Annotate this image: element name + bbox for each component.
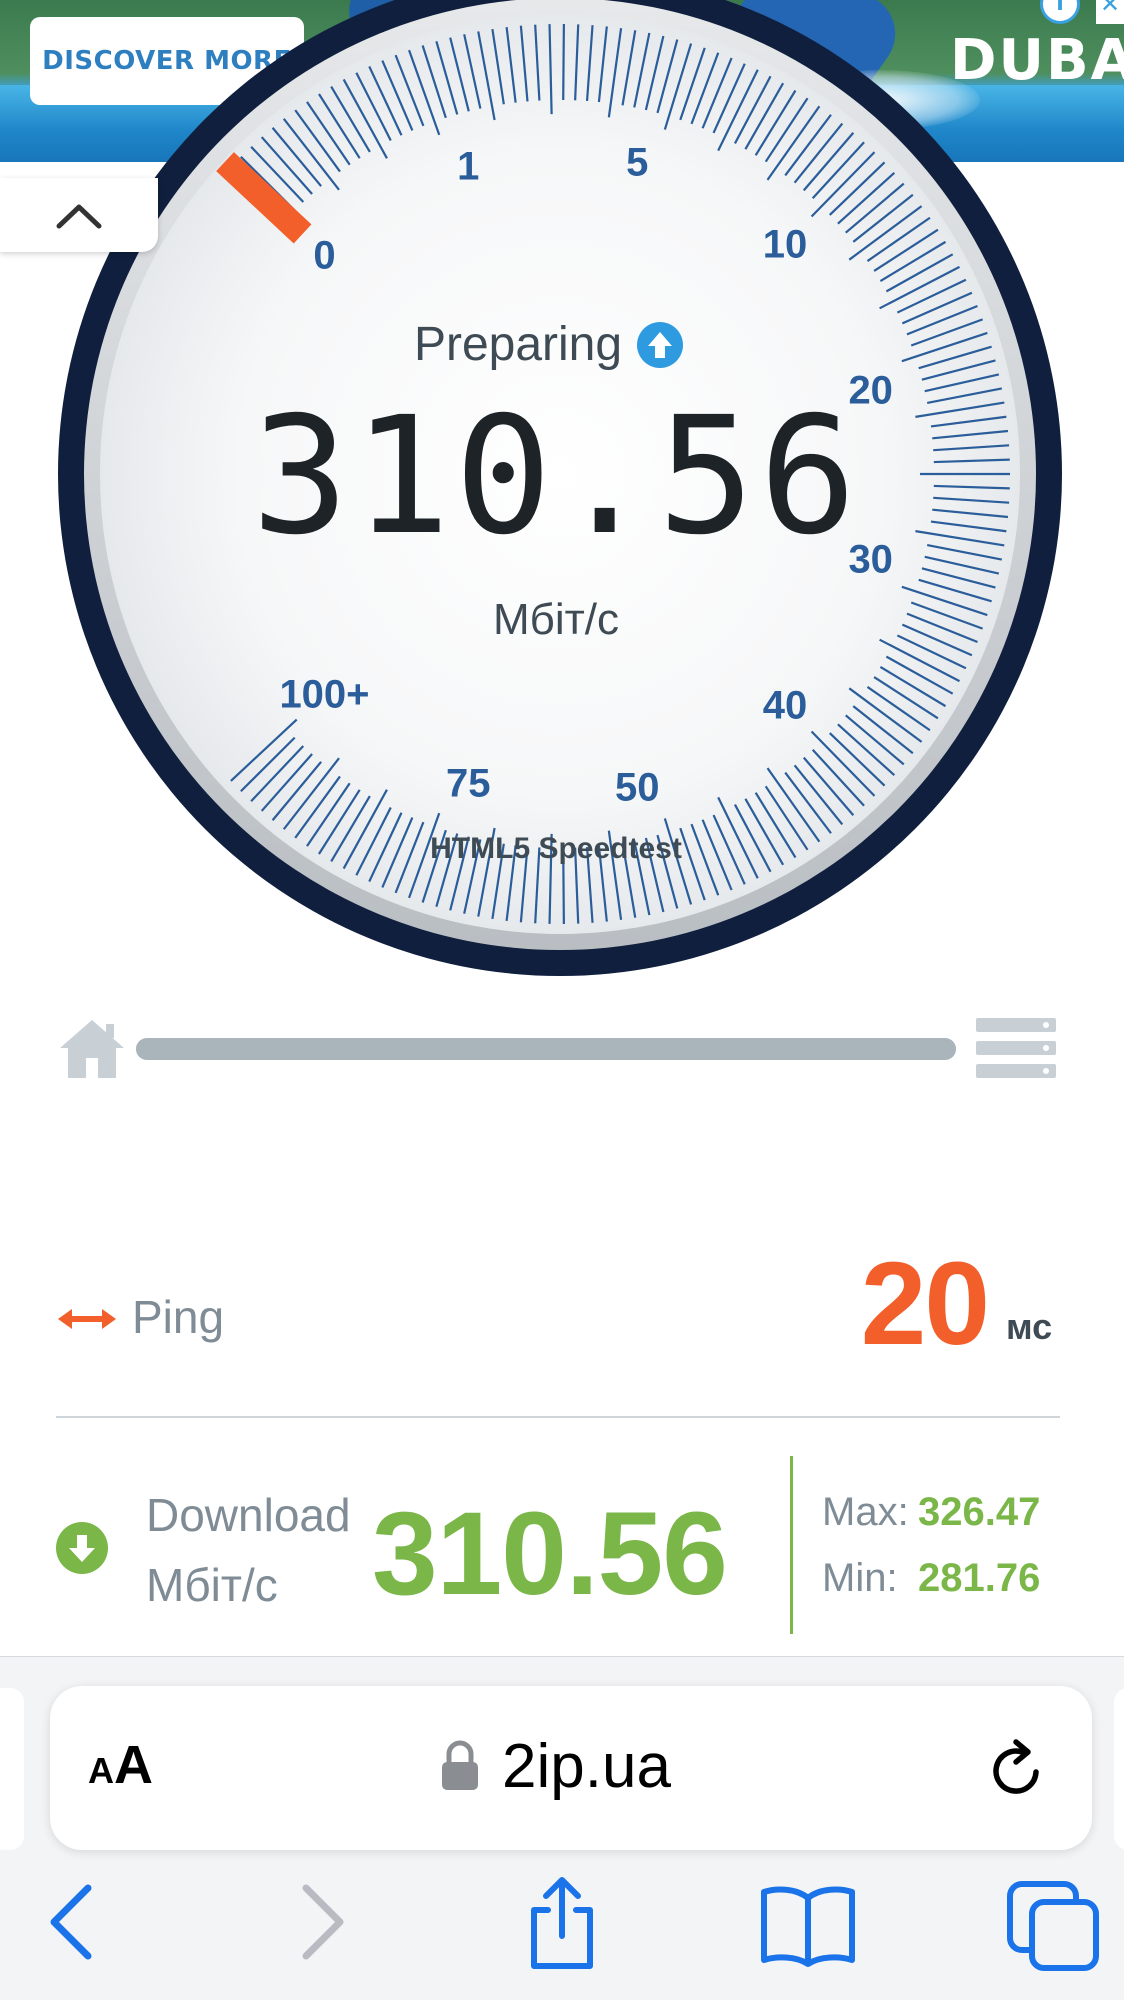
ping-unit: мс [1006,1306,1053,1347]
gauge-scale-label: 75 [446,762,491,806]
gauge-scale-label: 10 [763,223,808,267]
gauge-scale-label: 50 [615,766,660,810]
url-text: 2ip.ua [502,1731,671,1801]
progress-track [136,1038,956,1060]
arrow-down-circle-icon [56,1522,108,1574]
lock-icon [442,1740,478,1790]
gauge-scale-label: 1 [457,144,479,188]
chevron-up-icon [56,204,102,229]
gauge-speed-unit: Мбіт/с [493,595,619,644]
min-label: Min: [822,1556,898,1600]
gauge-status-text: Preparing [414,318,622,371]
download-label-unit: Мбіт/с [146,1559,278,1611]
aa-small-glyph: A [88,1750,114,1791]
reload-icon[interactable] [986,1738,1050,1802]
progress-fill [136,1038,956,1060]
max-label: Max: [822,1490,909,1534]
aa-big-glyph: A [114,1735,153,1795]
gauge-scale-label: 0 [313,233,335,277]
gauge-speed-value: 310.56 [251,383,860,571]
forward-icon[interactable] [298,1880,348,1964]
results-divider [56,1416,1060,1418]
min-value: 281.76 [918,1556,1041,1600]
gauge-scale-label: 40 [763,683,808,727]
previous-tab-peek[interactable] [0,1688,24,1850]
download-separator [790,1456,793,1634]
reader-settings-button[interactable]: AA [88,1734,153,1796]
url-display[interactable]: 2ip.ua [440,1726,671,1806]
back-icon[interactable] [46,1880,96,1964]
speed-gauge: 01 5102030405075100+ Preparing 310.56 Мбі… [58,0,1062,976]
next-tab-peek[interactable] [1114,1688,1124,1850]
address-bar[interactable]: AA 2ip.ua [50,1686,1092,1850]
bookmarks-icon[interactable] [758,1880,858,1970]
gauge-brand: HTML5 Speedtest [430,832,682,865]
download-label-title: Download [146,1489,351,1541]
gauge-scale-label: 100+ [279,673,369,717]
tabs-icon[interactable] [1006,1880,1102,1972]
share-icon[interactable] [522,1874,602,1974]
gauge-tick [562,24,565,101]
download-label: Download Мбіт/с [146,1480,351,1620]
double-arrow-icon [58,1309,116,1329]
collapse-ad-button[interactable] [0,178,158,252]
arrow-up-circle-icon [637,322,683,368]
gauge-scale-label: 5 [626,140,648,184]
server-icon [976,1018,1056,1078]
max-value: 326.47 [918,1490,1041,1534]
home-icon [60,1020,124,1078]
ping-label: Ping [132,1291,225,1343]
test-progress [56,1016,1056,1080]
download-value: 310.56 [372,1488,728,1620]
ping-value: 20 [860,1238,990,1370]
